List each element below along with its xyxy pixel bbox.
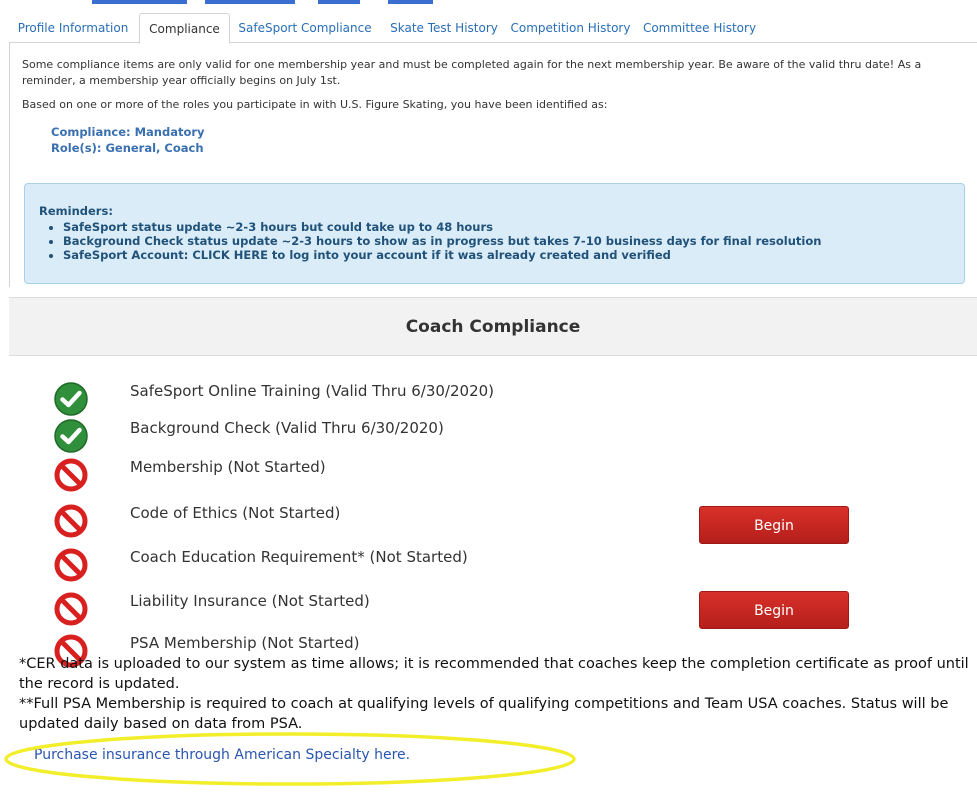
top-edge-dash	[92, 0, 187, 4]
prohibited-icon	[54, 504, 88, 538]
top-edge-strip	[0, 0, 977, 8]
reminder-item: SafeSport status update ~2-3 hours but c…	[63, 220, 945, 234]
tab-bar: Profile Information Compliance SafeSport…	[9, 13, 977, 44]
reminder-item: Background Check status update ~2-3 hour…	[63, 234, 945, 248]
check-circle-icon	[54, 382, 88, 416]
top-edge-dash	[388, 0, 433, 4]
cer-note: *CER data is uploaded to our system as t…	[19, 656, 969, 692]
tab-committee-history[interactable]: Committee History	[639, 13, 760, 43]
reminders-title: Reminders:	[39, 204, 113, 218]
top-edge-dash	[205, 0, 295, 4]
reminders-box: Reminders: SafeSport status update ~2-3 …	[24, 183, 965, 284]
compliance-item-label: Background Check (Valid Thru 6/30/2020)	[130, 419, 444, 437]
prohibited-icon	[54, 458, 88, 492]
tab-compliance[interactable]: Compliance	[139, 13, 230, 44]
yellow-highlight-ellipse	[4, 732, 576, 786]
compliance-item-label: PSA Membership (Not Started)	[130, 634, 360, 652]
roles-intro: Based on one or more of the roles you pa…	[22, 98, 608, 111]
reminder-item-safesport-account[interactable]: SafeSport Account: CLICK HERE to log int…	[63, 248, 945, 262]
tab-profile-information[interactable]: Profile Information	[9, 13, 137, 43]
compliance-item-label: Coach Education Requirement* (Not Starte…	[130, 548, 468, 566]
reminders-list: SafeSport status update ~2-3 hours but c…	[25, 220, 945, 262]
compliance-status: Compliance: Mandatory	[51, 125, 205, 139]
prohibited-icon	[54, 592, 88, 626]
compliance-item-label: Code of Ethics (Not Started)	[130, 504, 341, 522]
code-of-ethics-begin-button[interactable]: Begin	[699, 506, 849, 544]
coach-compliance-header: Coach Compliance	[9, 297, 977, 356]
liability-insurance-begin-button[interactable]: Begin	[699, 591, 849, 629]
top-edge-dash	[318, 0, 360, 4]
compliance-item-coach-education: Coach Education Requirement* (Not Starte…	[0, 547, 977, 583]
compliance-item-safesport-training: SafeSport Online Training (Valid Thru 6/…	[0, 381, 977, 417]
intro-paragraph: Some compliance items are only valid for…	[22, 58, 922, 87]
footnotes: *CER data is uploaded to our system as t…	[19, 654, 969, 734]
tab-competition-history[interactable]: Competition History	[508, 13, 633, 43]
tab-safesport-compliance[interactable]: SafeSport Compliance	[233, 13, 377, 43]
compliance-item-background-check: Background Check (Valid Thru 6/30/2020)	[0, 418, 977, 454]
compliance-item-membership: Membership (Not Started)	[0, 457, 977, 493]
compliance-item-label: Liability Insurance (Not Started)	[130, 592, 370, 610]
compliance-item-label: SafeSport Online Training (Valid Thru 6/…	[130, 382, 495, 400]
compliance-panel: Some compliance items are only valid for…	[9, 43, 977, 287]
roles-status: Role(s): General, Coach	[51, 141, 204, 155]
compliance-item-label: Membership (Not Started)	[130, 458, 326, 476]
prohibited-icon	[54, 548, 88, 582]
tab-skate-test-history[interactable]: Skate Test History	[382, 13, 506, 43]
check-circle-icon	[54, 419, 88, 453]
